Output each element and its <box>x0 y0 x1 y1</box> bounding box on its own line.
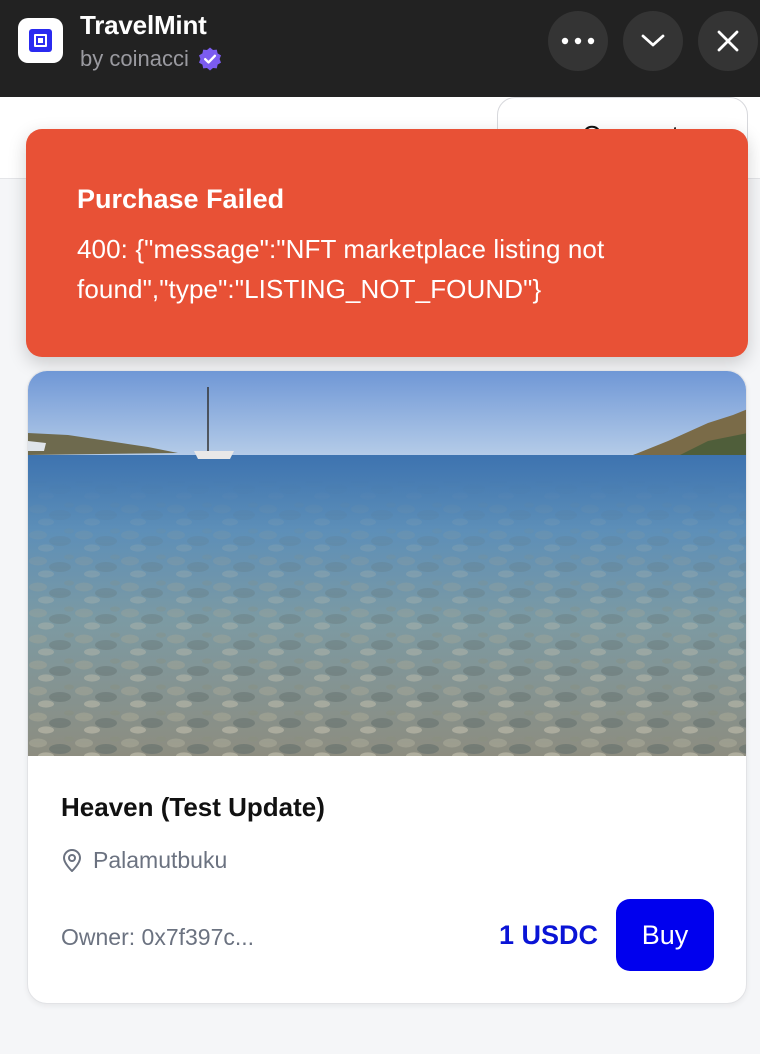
toast-title: Purchase Failed <box>77 184 285 214</box>
app-title: TravelMint <box>80 10 207 40</box>
nft-price: 1 USDC <box>499 920 599 950</box>
nft-card[interactable]: Heaven (Test Update) Palamutbuku Owner: … <box>27 370 747 1004</box>
close-button[interactable] <box>698 11 758 71</box>
app-author-label: by coinacci <box>80 46 189 71</box>
map-pin-icon <box>63 848 81 872</box>
nft-owner: Owner: 0x7f397c... <box>61 924 255 950</box>
error-toast[interactable]: Purchase Failed 400: {"message":"NFT mar… <box>26 129 748 357</box>
more-horizontal-icon <box>561 37 595 45</box>
app-logo <box>18 18 63 63</box>
close-icon <box>717 30 739 52</box>
app-header: TravelMint by coinacci <box>0 0 760 97</box>
more-options-button[interactable] <box>548 11 608 71</box>
verified-badge-icon <box>198 47 221 71</box>
buy-button[interactable]: Buy <box>616 899 714 971</box>
nft-image <box>28 371 746 756</box>
chevron-down-icon <box>641 34 665 47</box>
nft-location-label: Palamutbuku <box>93 847 228 873</box>
collapse-button[interactable] <box>623 11 683 71</box>
nft-location: Palamutbuku <box>61 847 227 874</box>
nft-title: Heaven (Test Update) <box>61 792 325 822</box>
app-author: by coinacci <box>80 46 223 72</box>
toast-message: 400: {"message":"NFT marketplace listing… <box>77 234 605 304</box>
